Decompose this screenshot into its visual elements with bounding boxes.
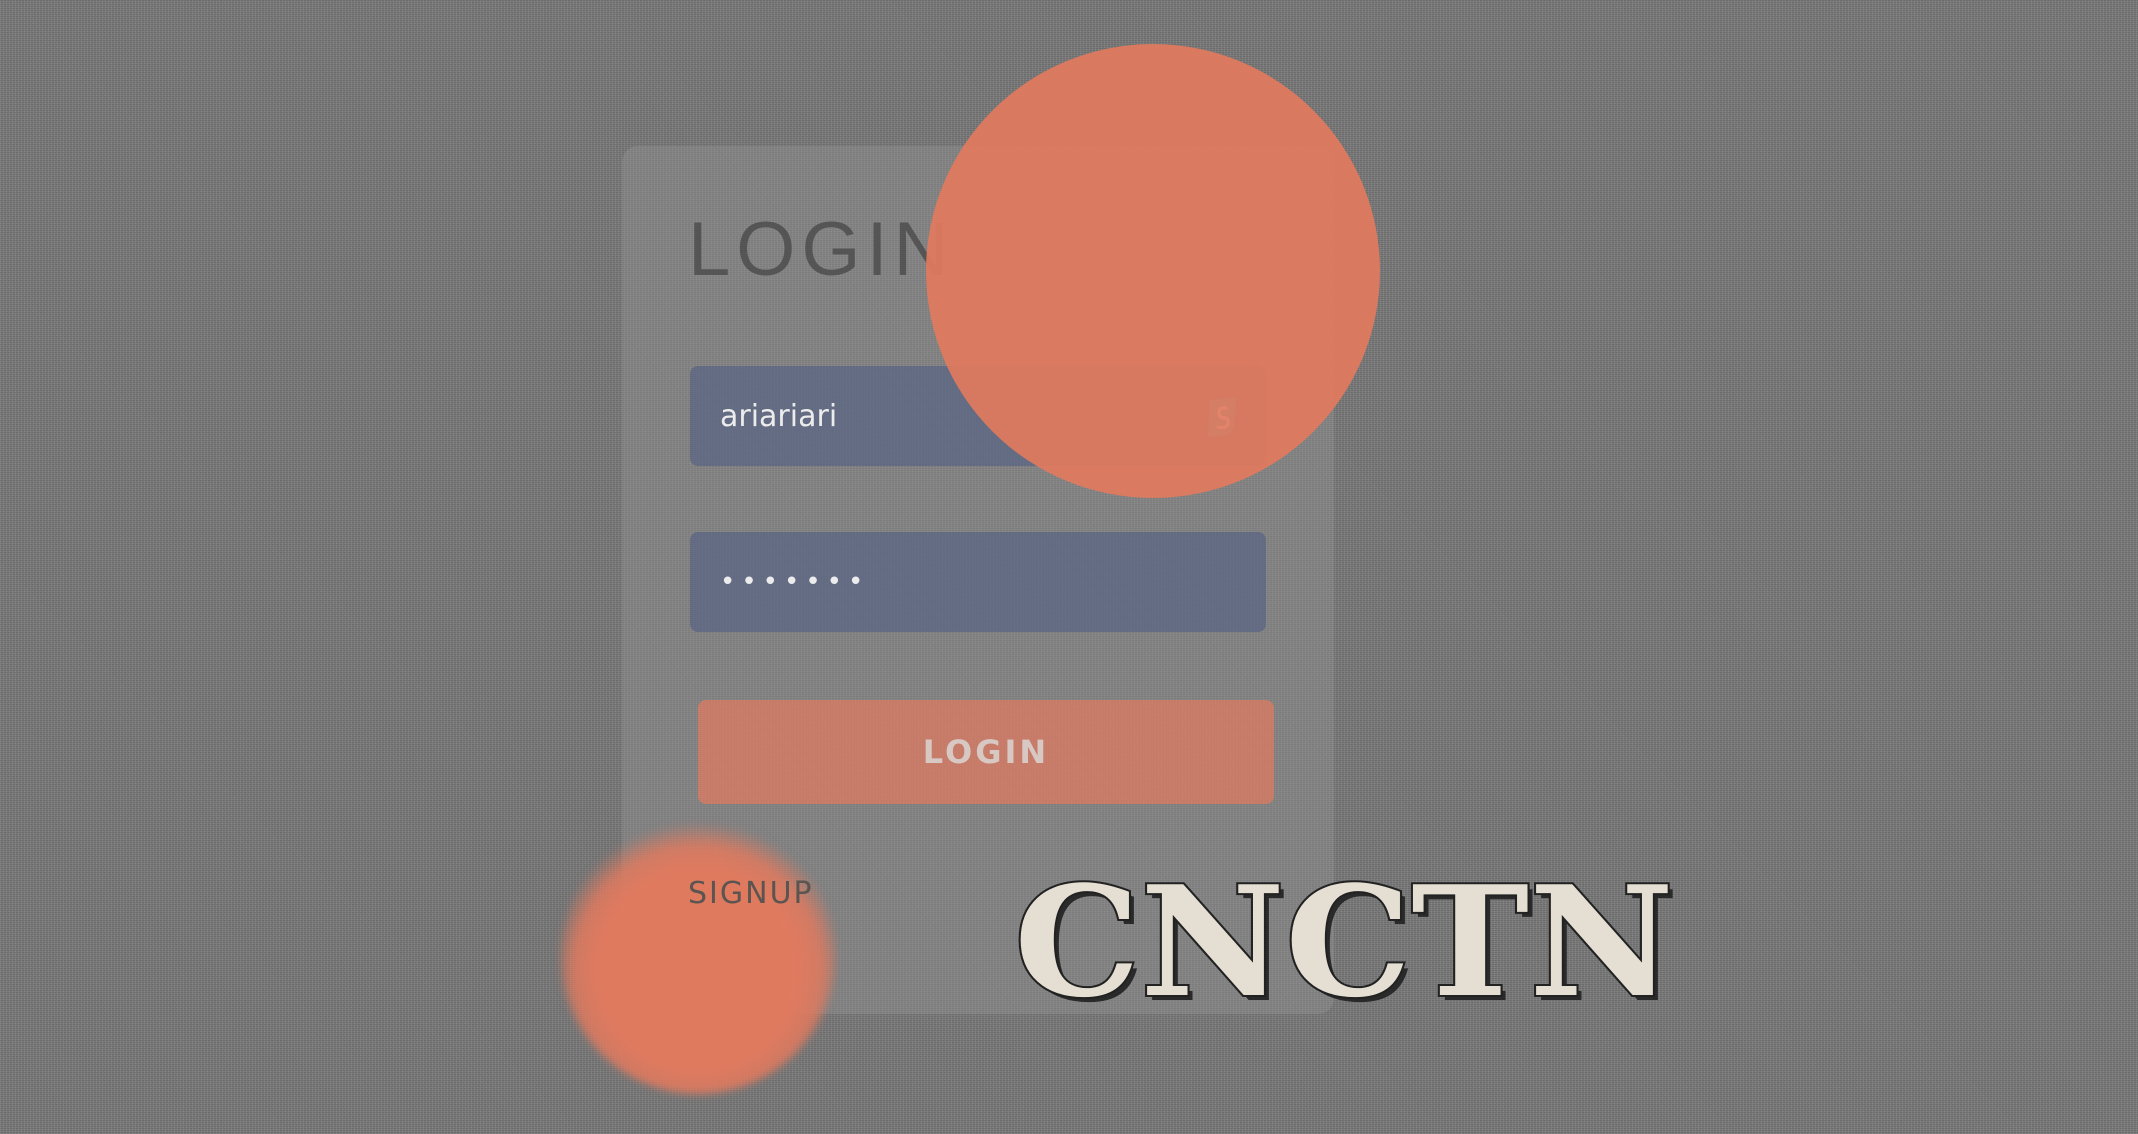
- page-title: LOGIN: [688, 207, 955, 292]
- brand-wordmark: CNCTN CNCTN: [1012, 852, 1679, 1012]
- signup-link[interactable]: SIGNUP: [688, 876, 814, 911]
- decorative-blob-small: [560, 818, 836, 1094]
- brand-wordmark-text: CNCTN: [1014, 852, 1674, 1012]
- decorative-blob-large: [926, 44, 1380, 498]
- password-field[interactable]: •••••••: [690, 532, 1266, 632]
- login-button[interactable]: LOGIN: [698, 700, 1274, 804]
- password-value: •••••••: [720, 567, 870, 597]
- username-value: ariariari: [720, 398, 838, 434]
